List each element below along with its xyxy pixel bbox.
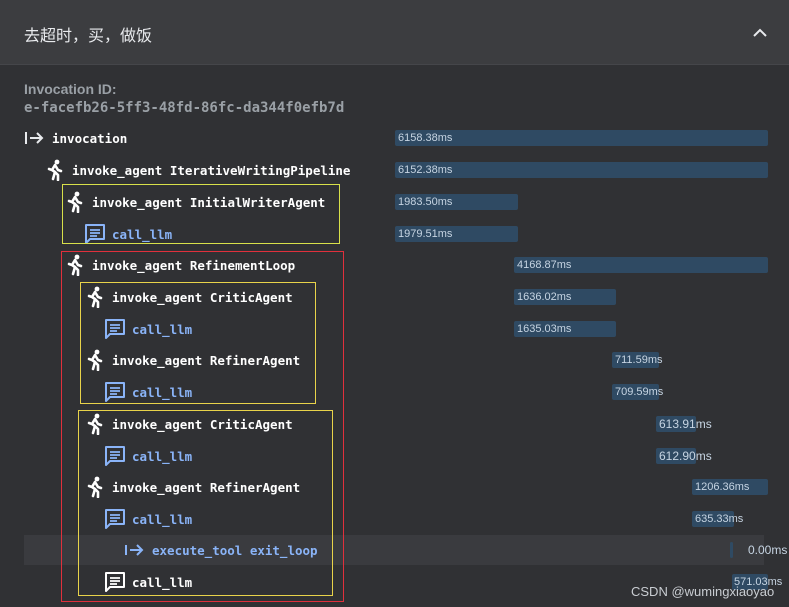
running-person-icon xyxy=(64,254,86,276)
duration-label: 613.91ms xyxy=(659,417,712,431)
message-icon xyxy=(104,445,126,467)
span-label: call_llm xyxy=(132,574,193,590)
watermark: CSDN @wumingxiaoyao xyxy=(631,584,775,599)
span-label: invoke_agent RefinementLoop xyxy=(92,257,296,273)
span-label: call_llm xyxy=(132,384,193,400)
span-row[interactable]: call_llm 635.33ms xyxy=(0,504,789,534)
running-person-icon xyxy=(84,349,106,371)
duration-bar: 1983.50ms xyxy=(395,194,518,210)
span-row[interactable]: invoke_agent InitialWriterAgent 1983.50m… xyxy=(0,187,789,217)
span-row[interactable]: invoke_agent IterativeWritingPipeline 61… xyxy=(0,155,789,185)
span-row[interactable]: call_llm 1979.51ms xyxy=(0,219,789,249)
span-row-selected[interactable]: execute_tool exit_loop 0.00ms xyxy=(24,535,787,565)
span-label: invoke_agent InitialWriterAgent xyxy=(92,194,326,210)
panel-header[interactable]: 去超时，买，做饭 xyxy=(0,0,789,65)
duration-bar: 711.59ms xyxy=(612,352,663,368)
duration-bar: 1979.51ms xyxy=(395,226,518,242)
running-person-icon xyxy=(84,413,106,435)
page-title: 去超时，买，做饭 xyxy=(24,26,153,45)
span-row[interactable]: invocation 6158.38ms xyxy=(0,123,789,153)
arrow-enter-icon xyxy=(124,539,146,561)
duration-bar: 1635.03ms xyxy=(514,321,616,337)
span-label: invoke_agent CriticAgent xyxy=(112,289,293,305)
running-person-icon xyxy=(84,476,106,498)
span-row[interactable]: invoke_agent RefinementLoop 4168.87ms xyxy=(0,250,789,280)
duration-bar: 6158.38ms xyxy=(395,130,768,146)
span-row[interactable]: call_llm 612.90ms xyxy=(0,441,789,471)
span-label: call_llm xyxy=(132,448,193,464)
running-person-icon xyxy=(44,159,66,181)
span-label: invoke_agent RefinerAgent xyxy=(112,352,301,368)
message-icon xyxy=(104,508,126,530)
duration-bar: 1206.36ms xyxy=(692,479,768,495)
span-label: call_llm xyxy=(132,321,193,337)
span-label: invoke_agent RefinerAgent xyxy=(112,479,301,495)
span-row[interactable]: invoke_agent RefinerAgent 1206.36ms xyxy=(0,472,789,502)
span-label: invocation xyxy=(52,130,128,146)
duration-bar: 4168.87ms xyxy=(514,257,768,273)
message-icon xyxy=(104,318,126,340)
message-icon xyxy=(104,381,126,403)
span-label: call_llm xyxy=(132,511,193,527)
duration-bar: 1636.02ms xyxy=(514,289,616,305)
duration-label: 612.90ms xyxy=(659,449,712,463)
duration-bar: 635.33ms xyxy=(692,511,743,527)
arrow-enter-icon xyxy=(24,127,46,149)
span-label: invoke_agent CriticAgent xyxy=(112,416,293,432)
span-row[interactable]: call_llm 709.59ms xyxy=(0,377,789,407)
span-row[interactable]: invoke_agent RefinerAgent 711.59ms xyxy=(0,345,789,375)
span-row[interactable]: call_llm 1635.03ms xyxy=(0,314,789,344)
running-person-icon xyxy=(64,191,86,213)
span-label: invoke_agent IterativeWritingPipeline xyxy=(72,162,351,178)
message-icon xyxy=(84,223,106,245)
duration-label: 0.00ms xyxy=(748,543,788,557)
duration-bar: 709.59ms xyxy=(612,384,663,400)
span-label: execute_tool exit_loop xyxy=(152,542,318,558)
span-label: call_llm xyxy=(112,226,173,242)
duration-bar: 6152.38ms xyxy=(395,162,768,178)
invocation-id-value: e-facefb26-5ff3-48fd-86fc-da344f0efb7d xyxy=(24,100,345,116)
span-row[interactable]: invoke_agent CriticAgent 1636.02ms xyxy=(0,282,789,312)
message-icon xyxy=(104,571,126,593)
running-person-icon xyxy=(84,286,106,308)
duration-bar xyxy=(730,542,733,558)
span-row[interactable]: invoke_agent CriticAgent 613.91ms xyxy=(0,409,789,439)
invocation-id-label: Invocation ID: xyxy=(24,81,117,97)
chevron-up-icon[interactable] xyxy=(751,25,769,41)
